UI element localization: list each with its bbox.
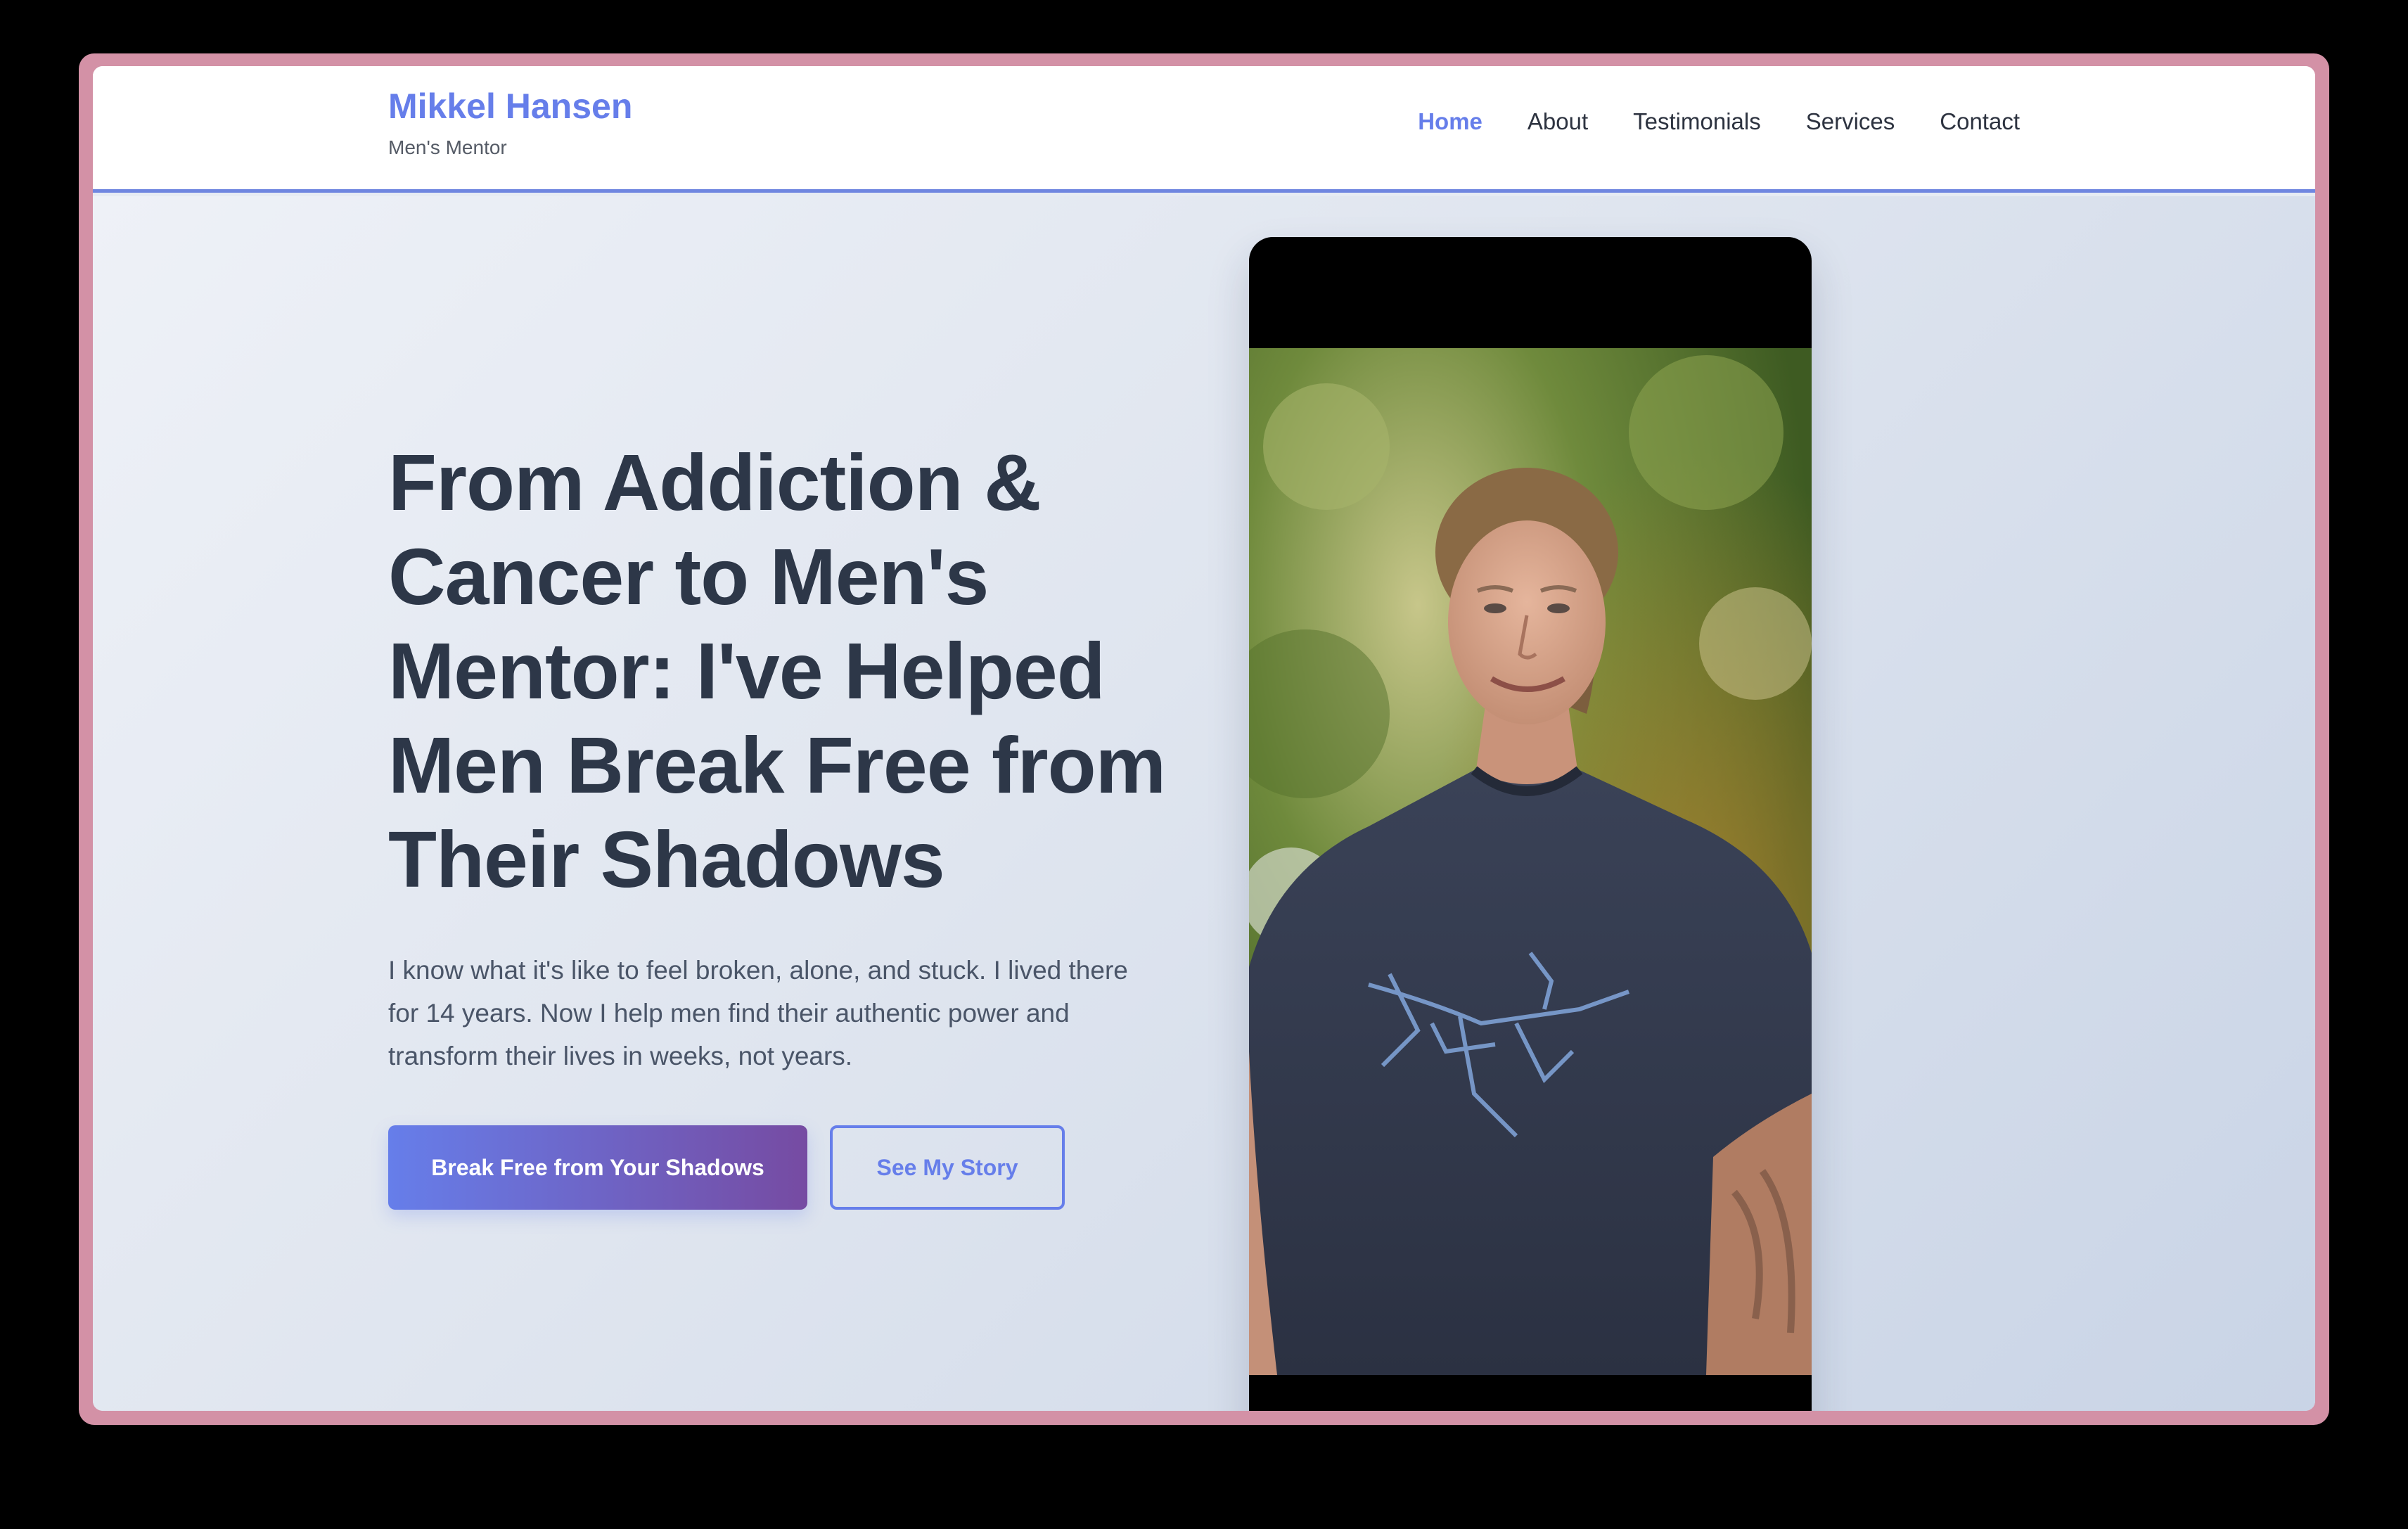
site-header: Mikkel Hansen Men's Mentor Home About Te… <box>93 66 2315 193</box>
browser-window-frame: Mikkel Hansen Men's Mentor Home About Te… <box>79 53 2329 1425</box>
cta-row: Break Free from Your Shadows See My Stor… <box>388 1125 1176 1210</box>
nav-contact[interactable]: Contact <box>1940 108 2020 135</box>
see-my-story-button[interactable]: See My Story <box>830 1125 1065 1210</box>
nav-testimonials[interactable]: Testimonials <box>1633 108 1761 135</box>
phone-frame <box>1249 237 1812 1411</box>
hero-text: From Addiction & Cancer to Men's Mentor:… <box>388 435 1176 1210</box>
hero-subtitle: I know what it's like to feel broken, al… <box>388 956 1128 1070</box>
nav-services[interactable]: Services <box>1806 108 1895 135</box>
page-viewport: Mikkel Hansen Men's Mentor Home About Te… <box>93 66 2315 1411</box>
brand-name[interactable]: Mikkel Hansen <box>388 86 632 127</box>
break-free-button[interactable]: Break Free from Your Shadows <box>388 1125 807 1210</box>
portrait-photo <box>1249 348 1812 1375</box>
brand-tagline: Men's Mentor <box>388 136 507 158</box>
hero-title: From Addiction & Cancer to Men's Mentor:… <box>388 438 1166 904</box>
main-nav: Home About Testimonials Services Contact <box>1418 108 2020 135</box>
portrait-illustration <box>1249 348 1812 1375</box>
nav-about[interactable]: About <box>1528 108 1588 135</box>
hero-section: From Addiction & Cancer to Men's Mentor:… <box>93 196 2315 1411</box>
brand[interactable]: Mikkel Hansen Men's Mentor <box>388 86 632 159</box>
nav-home[interactable]: Home <box>1418 108 1482 135</box>
